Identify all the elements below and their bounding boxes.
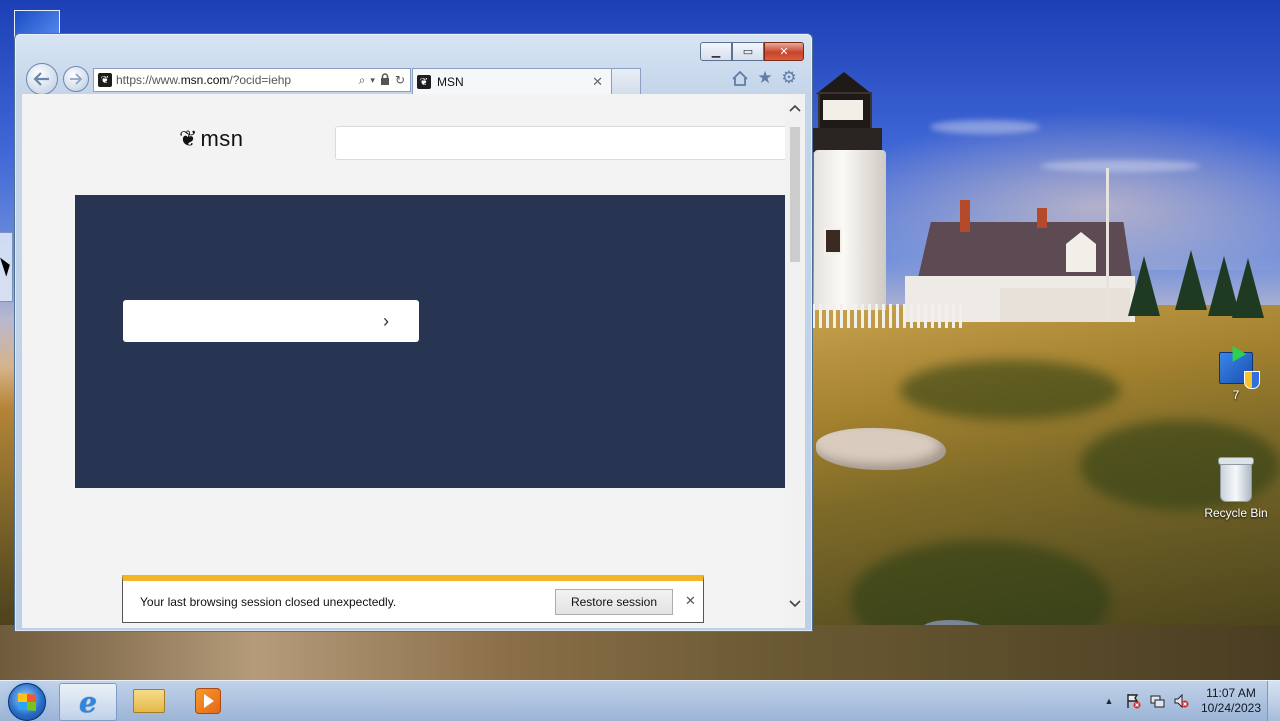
session-notification-bar: Your last browsing session closed unexpe… [122, 575, 704, 623]
clock-date: 10/24/2023 [1200, 701, 1262, 715]
wallpaper-rock [816, 428, 946, 470]
house-wall [1000, 288, 1130, 322]
desktop-icon-update[interactable]: 7 [1200, 352, 1272, 402]
vertical-scrollbar[interactable] [785, 94, 805, 628]
back-icon [33, 72, 49, 86]
tab-title: MSN [437, 75, 464, 89]
taskbar-internet-explorer[interactable]: e [59, 683, 117, 721]
close-button[interactable]: ✕ [764, 42, 804, 61]
home-icon[interactable] [730, 68, 750, 88]
system-tray: ▲ [1100, 681, 1190, 721]
address-url[interactable]: https://www.msn.com/?ocid=iehp [116, 73, 359, 87]
tab-msn[interactable]: ❦ MSN ✕ [412, 68, 612, 95]
network-icon[interactable] [1148, 692, 1166, 710]
wallpaper-cloud [1040, 160, 1200, 172]
settings-gear-icon[interactable]: ⚙ [779, 68, 799, 88]
msn-favicon: ❦ [417, 75, 431, 89]
start-button[interactable] [8, 683, 46, 721]
refresh-icon[interactable]: ↻ [395, 73, 405, 87]
taskbar-file-explorer[interactable] [121, 683, 177, 719]
file-explorer-icon [133, 689, 165, 713]
url-domain: msn.com [180, 73, 230, 87]
fence [812, 304, 962, 328]
url-suffix: /?ocid=iehp [229, 73, 292, 87]
house-roof [918, 222, 1132, 278]
msn-logo-text: msn [200, 126, 244, 151]
flag-pole [1106, 168, 1109, 320]
restore-session-button[interactable]: Restore session [555, 589, 673, 615]
clock-time: 11:07 AM [1206, 686, 1256, 700]
favorites-star-icon[interactable]: ★ [755, 68, 775, 88]
house-chimney [960, 200, 970, 232]
system-clock[interactable]: 11:07 AM 10/24/2023 [1196, 686, 1266, 716]
forward-button[interactable] [63, 66, 89, 92]
tab-close-icon[interactable]: ✕ [592, 74, 603, 90]
search-icon[interactable]: ⌕ [359, 73, 366, 88]
notification-message: Your last browsing session closed unexpe… [140, 595, 397, 609]
notification-close-icon[interactable]: ✕ [685, 593, 696, 609]
media-player-icon [195, 688, 221, 714]
lock-icon[interactable] [380, 72, 390, 88]
maximize-button[interactable]: ▭ [732, 42, 764, 61]
lighthouse-gallery [812, 128, 882, 152]
window-controls: ▁ ▭ ✕ [700, 42, 804, 61]
scroll-thumb[interactable] [790, 127, 800, 262]
lighthouse-window [824, 228, 842, 254]
desktop-icon-recycle-bin[interactable]: Recycle Bin [1200, 457, 1272, 520]
search-input[interactable] [335, 126, 793, 160]
wallpaper-cloud [930, 120, 1040, 134]
new-tab-button[interactable] [611, 68, 641, 94]
house-chimney [1037, 208, 1047, 228]
msn-butterfly-icon: ❦ [179, 126, 198, 151]
wallpaper-shadow [900, 360, 1120, 420]
address-bar[interactable]: ❦ https://www.msn.com/?ocid=iehp ⌕ ▾ ↻ [93, 68, 411, 92]
forward-icon [70, 73, 83, 85]
taskbar-media-player[interactable] [180, 683, 236, 719]
page-content: ❦ msn › Your last browsing session close… [22, 94, 805, 628]
wallpaper-tree [1232, 258, 1264, 318]
msn-favicon: ❦ [98, 73, 112, 87]
minimize-button[interactable]: ▁ [700, 42, 732, 61]
internet-explorer-icon: e [79, 685, 97, 719]
windows-update-icon [1219, 352, 1260, 389]
show-desktop-button[interactable] [1267, 681, 1280, 721]
scroll-up-arrow[interactable] [785, 98, 805, 118]
desktop-icon-label: Recycle Bin [1204, 506, 1268, 520]
wallpaper-tree [1175, 250, 1207, 310]
scroll-down-arrow[interactable] [785, 594, 805, 614]
url-prefix: https://www. [116, 73, 181, 87]
volume-muted-icon[interactable] [1172, 692, 1190, 710]
back-button[interactable] [26, 63, 58, 95]
hero-button[interactable]: › [123, 300, 419, 342]
tray-expand-icon[interactable]: ▲ [1100, 692, 1118, 710]
browser-window: ▁ ▭ ✕ ❦ https://www.msn.com/?ocid=iehp ⌕… [14, 33, 813, 632]
recycle-bin-icon [1218, 457, 1254, 502]
lighthouse-roof [816, 72, 872, 94]
taskbar: e ▲ 11:07 AM 10/24/2023 [0, 680, 1280, 721]
wallpaper-rocks [0, 625, 1280, 680]
chevron-right-icon: › [383, 310, 389, 331]
dropdown-icon[interactable]: ▾ [370, 75, 375, 86]
hero-banner: › [75, 195, 789, 488]
wallpaper-tree [1128, 256, 1160, 316]
msn-logo[interactable]: ❦ msn [179, 126, 244, 152]
desktop-icon-label: 7 [1232, 388, 1240, 402]
lighthouse-glass [823, 100, 863, 120]
action-center-flag-icon[interactable] [1124, 692, 1142, 710]
